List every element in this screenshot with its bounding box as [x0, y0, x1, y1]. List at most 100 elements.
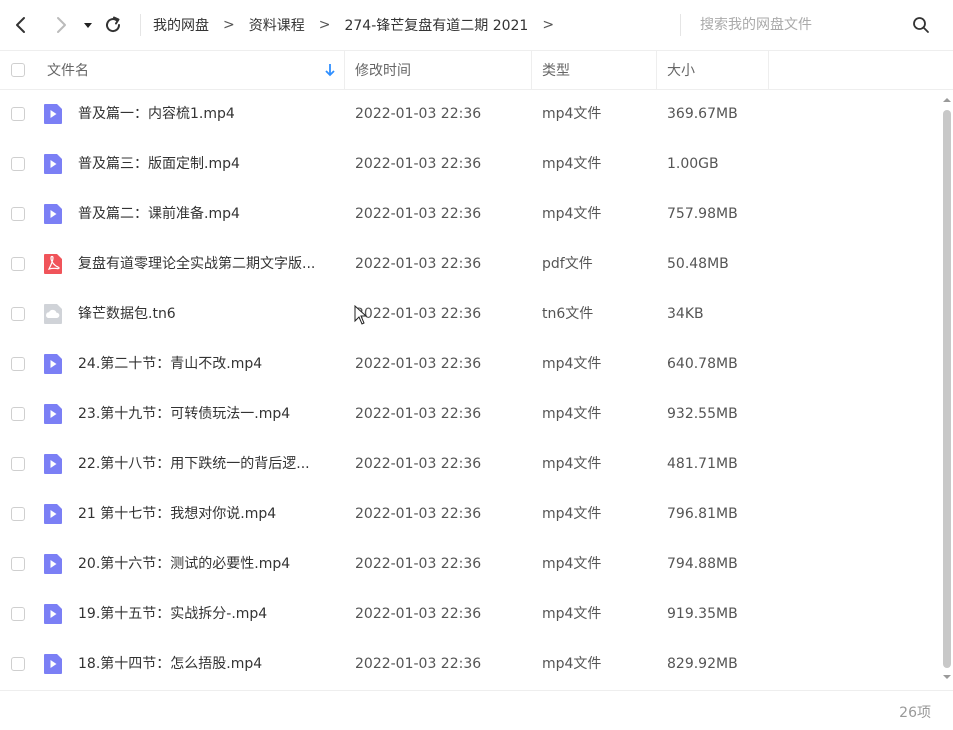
- row-checkbox[interactable]: [11, 457, 25, 471]
- file-size: 757.98MB: [667, 206, 738, 222]
- table-row[interactable]: 普及篇二：课前准备.mp4 2022-01-03 22:36 mp4文件 757.98…: [0, 189, 940, 239]
- file-name[interactable]: 普及篇二：课前准备.mp4: [78, 189, 338, 239]
- toolbar-divider: [140, 14, 141, 36]
- row-checkbox[interactable]: [11, 557, 25, 571]
- item-count: 26项: [899, 705, 931, 721]
- video-file-icon: [43, 653, 63, 675]
- refresh-icon: [106, 16, 121, 33]
- row-checkbox[interactable]: [11, 657, 25, 671]
- file-name[interactable]: 22.第十八节：用下跌统一的背后逻...: [78, 439, 338, 489]
- table-row[interactable]: 18.第十四节：怎么捂股.mp4 2022-01-03 22:36 mp4文件 829…: [0, 639, 940, 689]
- column-resize-handle[interactable]: [344, 51, 345, 89]
- select-all-checkbox[interactable]: [11, 63, 25, 77]
- table-row[interactable]: 锋芒数据包.tn6 2022-01-03 22:36 tn6文件 34KB: [0, 289, 940, 339]
- column-header-name[interactable]: 文件名: [47, 51, 89, 89]
- back-button[interactable]: [10, 14, 32, 36]
- breadcrumb-separator: >: [318, 17, 331, 33]
- file-size: 1.00GB: [667, 156, 719, 172]
- row-checkbox[interactable]: [11, 157, 25, 171]
- file-name[interactable]: 18.第十四节：怎么捂股.mp4: [78, 639, 338, 689]
- file-size: 794.88MB: [667, 556, 738, 572]
- table-row[interactable]: 19.第十五节：实战拆分-.mp4 2022-01-03 22:36 mp4文件 91…: [0, 589, 940, 639]
- column-resize-handle[interactable]: [531, 51, 532, 89]
- search-divider: [680, 14, 681, 36]
- video-file-icon: [43, 103, 63, 125]
- file-name[interactable]: 19.第十五节：实战拆分-.mp4: [78, 589, 338, 639]
- file-name[interactable]: 23.第十九节：可转债玩法一.mp4: [78, 389, 338, 439]
- column-resize-handle[interactable]: [656, 51, 657, 89]
- refresh-button[interactable]: [102, 14, 124, 36]
- sort-descending-icon[interactable]: [324, 63, 336, 77]
- table-row[interactable]: 普及篇一：内容梳1.mp4 2022-01-03 22:36 mp4文件 369.67…: [0, 89, 940, 139]
- table-row[interactable]: 20.第十六节：测试的必要性.mp4 2022-01-03 22:36 mp4文件 7…: [0, 539, 940, 589]
- video-file-icon: [43, 603, 63, 625]
- breadcrumb-item-courses[interactable]: 资料课程: [249, 15, 305, 35]
- file-name[interactable]: 普及篇一：内容梳1.mp4: [78, 89, 338, 139]
- breadcrumb: 我的网盘 > 资料课程 > 274-锋芒复盘有道二期 2021 >: [153, 0, 568, 50]
- file-type: mp4文件: [542, 506, 602, 522]
- file-name[interactable]: 20.第十六节：测试的必要性.mp4: [78, 539, 338, 589]
- search-icon: [913, 17, 929, 33]
- file-type: tn6文件: [542, 306, 594, 322]
- file-name[interactable]: 普及篇三：版面定制.mp4: [78, 139, 338, 189]
- chevron-right-icon: [57, 17, 66, 33]
- video-file-icon: [43, 503, 63, 525]
- row-checkbox[interactable]: [11, 507, 25, 521]
- file-modified-time: 2022-01-03 22:36: [355, 656, 482, 672]
- breadcrumb-item-my-drive[interactable]: 我的网盘: [153, 15, 209, 35]
- file-size: 34KB: [667, 306, 704, 322]
- video-file-icon: [43, 153, 63, 175]
- file-size: 369.67MB: [667, 106, 738, 122]
- breadcrumb-item-current-folder[interactable]: 274-锋芒复盘有道二期 2021: [344, 15, 528, 35]
- file-name[interactable]: 24.第二十节：青山不改.mp4: [78, 339, 338, 389]
- row-checkbox[interactable]: [11, 407, 25, 421]
- file-type: mp4文件: [542, 106, 602, 122]
- search-input[interactable]: [700, 12, 900, 38]
- file-size: 481.71MB: [667, 456, 738, 472]
- column-header-size[interactable]: 大小: [667, 51, 695, 89]
- file-type: mp4文件: [542, 206, 602, 222]
- breadcrumb-separator: >: [542, 17, 555, 33]
- column-header-type[interactable]: 类型: [542, 51, 570, 89]
- file-type: mp4文件: [542, 156, 602, 172]
- table-row[interactable]: 普及篇三：版面定制.mp4 2022-01-03 22:36 mp4文件 1.00GB: [0, 139, 940, 189]
- file-modified-time: 2022-01-03 22:36: [355, 356, 482, 372]
- table-row[interactable]: 21 第十七节：我想对你说.mp4 2022-01-03 22:36 mp4文件 79…: [0, 489, 940, 539]
- scroll-down-icon[interactable]: [942, 673, 952, 681]
- column-header-modified[interactable]: 修改时间: [355, 51, 411, 89]
- video-file-icon: [43, 403, 63, 425]
- row-checkbox[interactable]: [11, 607, 25, 621]
- row-checkbox[interactable]: [11, 257, 25, 271]
- row-checkbox[interactable]: [11, 307, 25, 321]
- file-size: 829.92MB: [667, 656, 738, 672]
- table-row[interactable]: 23.第十九节：可转债玩法一.mp4 2022-01-03 22:36 mp4文件 9…: [0, 389, 940, 439]
- file-name[interactable]: 复盘有道零理论全实战第二期文字版...: [78, 239, 338, 289]
- column-resize-handle[interactable]: [768, 51, 769, 89]
- forward-button[interactable]: [50, 14, 72, 36]
- table-row[interactable]: 22.第十八节：用下跌统一的背后逻... 2022-01-03 22:36 mp4文…: [0, 439, 940, 489]
- file-modified-time: 2022-01-03 22:36: [355, 506, 482, 522]
- file-name[interactable]: 21 第十七节：我想对你说.mp4: [78, 489, 338, 539]
- video-file-icon: [43, 203, 63, 225]
- search-button[interactable]: [912, 16, 930, 34]
- video-file-icon: [43, 353, 63, 375]
- file-modified-time: 2022-01-03 22:36: [355, 256, 482, 272]
- file-type: mp4文件: [542, 656, 602, 672]
- row-checkbox[interactable]: [11, 207, 25, 221]
- scroll-up-icon[interactable]: [942, 96, 952, 104]
- file-list: 普及篇一：内容梳1.mp4 2022-01-03 22:36 mp4文件 369.67…: [0, 89, 940, 689]
- file-name[interactable]: 锋芒数据包.tn6: [78, 289, 338, 339]
- history-dropdown-button[interactable]: [81, 14, 95, 36]
- row-checkbox[interactable]: [11, 357, 25, 371]
- table-row[interactable]: 24.第二十节：青山不改.mp4 2022-01-03 22:36 mp4文件 640…: [0, 339, 940, 389]
- scrollbar-thumb[interactable]: [943, 110, 951, 668]
- file-modified-time: 2022-01-03 22:36: [355, 606, 482, 622]
- file-size: 50.48MB: [667, 256, 729, 272]
- toolbar: 我的网盘 > 资料课程 > 274-锋芒复盘有道二期 2021 >: [0, 0, 953, 51]
- video-file-icon: [43, 553, 63, 575]
- file-modified-time: 2022-01-03 22:36: [355, 406, 482, 422]
- file-type: mp4文件: [542, 556, 602, 572]
- row-checkbox[interactable]: [11, 107, 25, 121]
- table-row[interactable]: 复盘有道零理论全实战第二期文字版... 2022-01-03 22:36 pdf文件…: [0, 239, 940, 289]
- footer-divider: [0, 690, 953, 691]
